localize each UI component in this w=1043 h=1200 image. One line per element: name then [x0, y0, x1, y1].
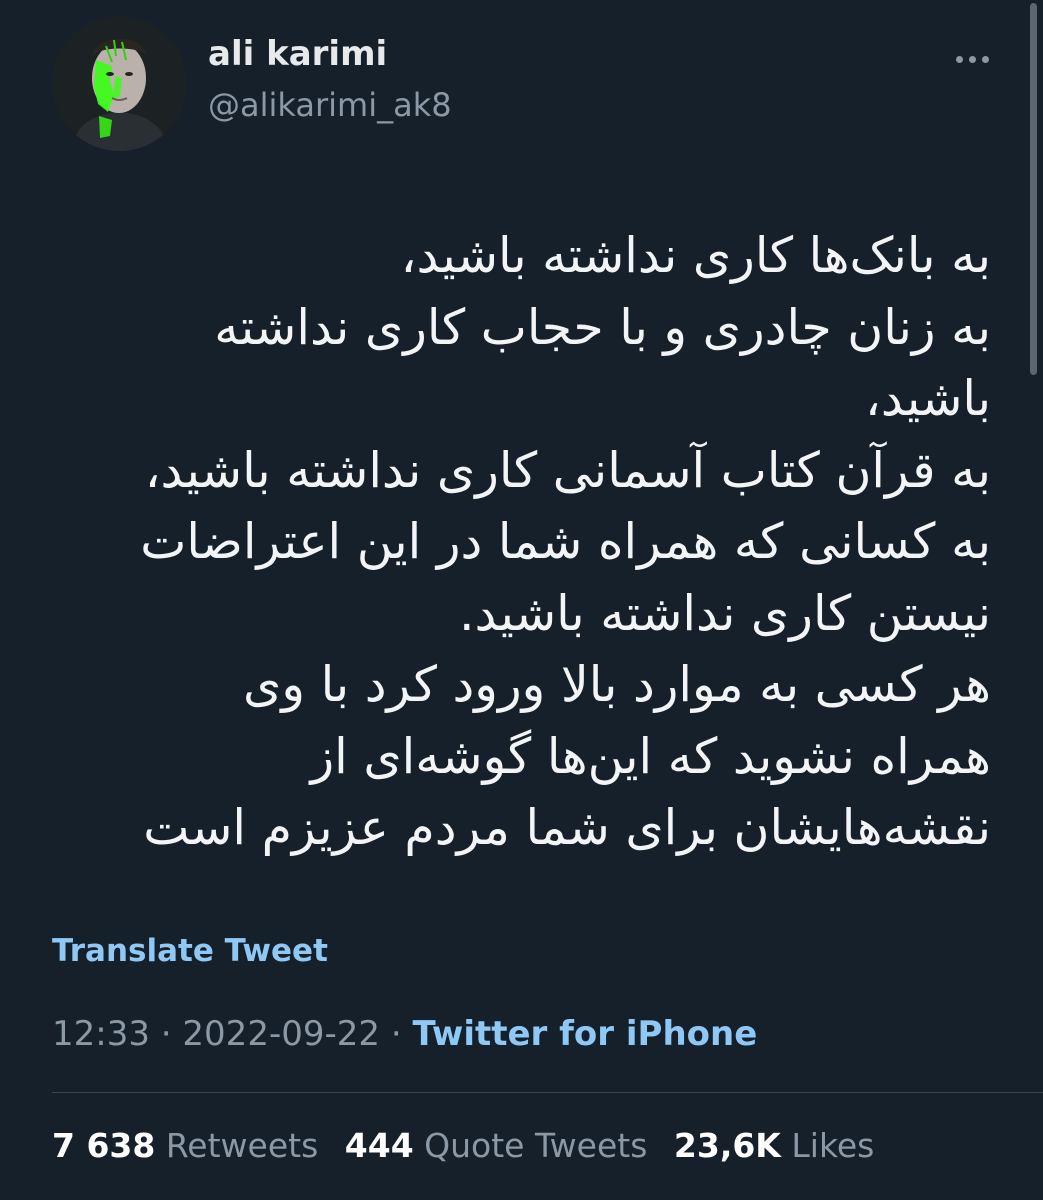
engagement-stats: 7 638 Retweets 444 Quote Tweets 23,6K Li… [52, 1126, 890, 1165]
tweet-line: همراه نشوید که این‌ها گوشه‌ای از [310, 727, 991, 785]
tweet-time[interactable]: 12:33 [52, 1014, 150, 1054]
retweets-label: Retweets [165, 1126, 319, 1165]
tweet-line: نیستن کاری نداشته باشید. [458, 584, 991, 642]
avatar-image [52, 16, 187, 151]
translate-tweet-link[interactable]: Translate Tweet [52, 933, 328, 969]
more-options-button[interactable] [948, 44, 996, 74]
tweet-line: باشید، [865, 370, 991, 427]
more-dots-icon [981, 55, 989, 63]
tweet-line: به بانک‌ها کاری نداشته باشید، [400, 227, 991, 284]
more-dots-icon [955, 55, 963, 63]
user-display-name[interactable]: ali karimi [208, 34, 387, 74]
user-handle[interactable]: @alikarimi_ak8 [208, 86, 452, 124]
likes-count: 23,6K [673, 1126, 781, 1165]
tweet-source-link[interactable]: Twitter for iPhone [412, 1014, 757, 1054]
retweets-count: 7 638 [52, 1126, 156, 1165]
tweet-line: نقشه‌هایشان برای شما مردم عزیزم است [143, 799, 991, 856]
quote-tweets-label: Quote Tweets [424, 1126, 648, 1165]
quote-tweets-count: 444 [344, 1126, 414, 1165]
tweet-text: به بانک‌ها کاری نداشته باشید، به زنان چا… [31, 220, 991, 864]
tweet-metadata: 12:33 · 2022-09-22 · Twitter for iPhone [52, 1014, 757, 1054]
tweet-date[interactable]: 2022-09-22 [182, 1014, 380, 1054]
likes-label: Likes [791, 1126, 875, 1165]
scrollbar-thumb[interactable] [1030, 3, 1037, 375]
quote-tweets-stat[interactable]: 444 Quote Tweets [345, 1126, 648, 1165]
more-dots-icon [968, 55, 976, 63]
tweet-line: به کسانی که همراه شما در این اعتراضات [140, 513, 991, 570]
meta-separator: · [390, 1014, 402, 1054]
tweet-line: هر کسی به موارد بالا ورود کرد با وی [242, 656, 991, 713]
likes-stat[interactable]: 23,6K Likes [674, 1126, 874, 1165]
tweet-line: به زنان چادری و با حجاب کاری نداشته [214, 298, 991, 356]
retweets-stat[interactable]: 7 638 Retweets [52, 1126, 318, 1165]
stats-divider [52, 1092, 1043, 1093]
avatar[interactable] [52, 16, 187, 151]
meta-separator: · [160, 1014, 172, 1054]
tweet-line: به قرآن کتاب آسمانی کاری نداشته باشید، [144, 441, 991, 499]
